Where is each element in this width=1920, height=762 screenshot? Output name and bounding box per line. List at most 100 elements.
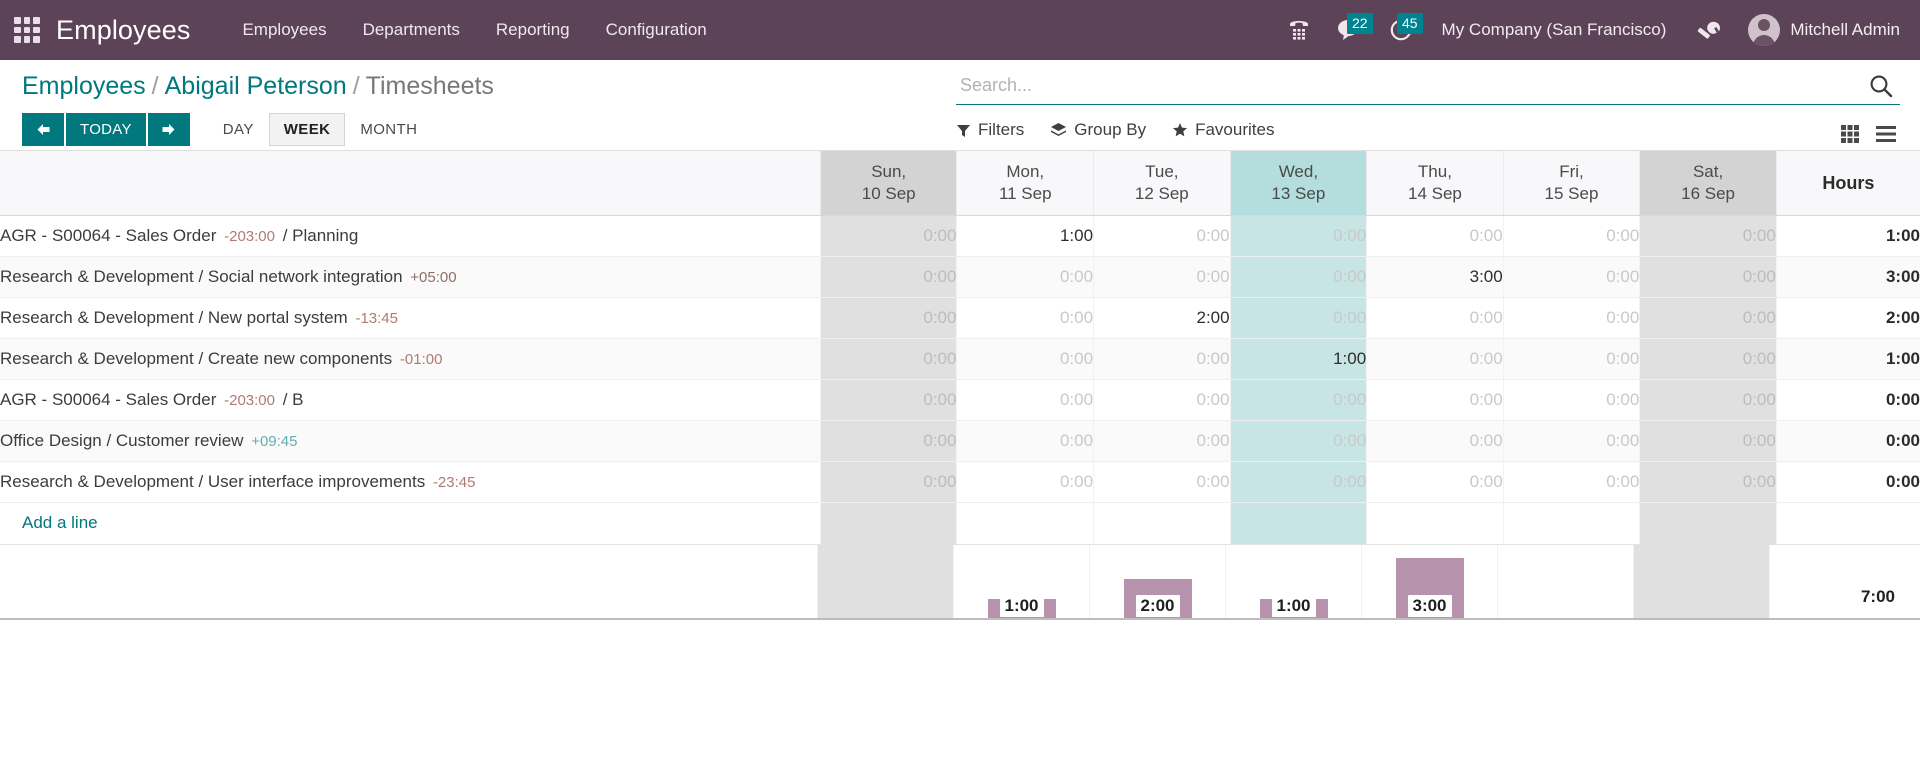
cell-day-6[interactable]: 0:00 xyxy=(1639,338,1777,380)
filters-dropdown[interactable]: Filters xyxy=(956,120,1024,140)
cell-day-4[interactable]: 0:00 xyxy=(1366,420,1504,462)
cell-day-1[interactable]: 0:00 xyxy=(956,256,1094,298)
cell-day-3[interactable]: 1:00 xyxy=(1229,338,1367,380)
menu-reporting[interactable]: Reporting xyxy=(478,0,588,60)
table-row[interactable]: Research & Development / Social network … xyxy=(0,256,1920,298)
cell-day-0[interactable]: 0:00 xyxy=(819,338,957,380)
grid-view-icon[interactable] xyxy=(1832,119,1868,149)
row-label[interactable]: Research & Development / User interface … xyxy=(0,461,821,503)
favourites-dropdown[interactable]: Favourites xyxy=(1172,120,1274,140)
menu-departments[interactable]: Departments xyxy=(345,0,478,60)
cell-day-3[interactable]: 0:00 xyxy=(1229,256,1367,298)
cell-day-6[interactable]: 0:00 xyxy=(1639,379,1777,421)
header-day-0[interactable]: Sun, 10 Sep xyxy=(819,151,957,216)
cell-day-0[interactable]: 0:00 xyxy=(819,256,957,298)
cell-day-1[interactable]: 0:00 xyxy=(956,297,1094,339)
cell-day-6[interactable]: 0:00 xyxy=(1639,256,1777,298)
user-menu[interactable]: Mitchell Admin xyxy=(1736,14,1904,46)
previous-period-button[interactable] xyxy=(22,113,64,146)
cell-day-4[interactable]: 0:00 xyxy=(1366,215,1504,257)
row-label[interactable]: Office Design / Customer review +09:45 xyxy=(0,420,821,462)
cell-day-1[interactable]: 0:00 xyxy=(956,379,1094,421)
cell-day-0[interactable]: 0:00 xyxy=(819,420,957,462)
cell-day-2[interactable]: 0:00 xyxy=(1093,379,1231,421)
menu-configuration[interactable]: Configuration xyxy=(588,0,725,60)
wrench-icon[interactable] xyxy=(1684,0,1732,60)
phone-dialpad-icon[interactable] xyxy=(1276,0,1322,60)
list-view-icon[interactable] xyxy=(1868,119,1904,149)
cell-day-1[interactable]: 0:00 xyxy=(956,338,1094,380)
table-row[interactable]: Research & Development / Create new comp… xyxy=(0,338,1920,380)
cell-day-6[interactable]: 0:00 xyxy=(1639,420,1777,462)
cell-day-4[interactable]: 0:00 xyxy=(1366,379,1504,421)
app-brand-employees[interactable]: Employees xyxy=(56,15,190,46)
cell-day-0[interactable]: 0:00 xyxy=(819,461,957,503)
cell-day-2[interactable]: 0:00 xyxy=(1093,256,1231,298)
menu-employees[interactable]: Employees xyxy=(224,0,344,60)
add-line-spacer-5 xyxy=(1502,502,1640,544)
cell-day-3[interactable]: 0:00 xyxy=(1229,215,1367,257)
cell-day-5[interactable]: 0:00 xyxy=(1502,338,1640,380)
header-day-4[interactable]: Thu, 14 Sep xyxy=(1366,151,1504,216)
next-period-button[interactable] xyxy=(147,113,190,146)
row-label[interactable]: AGR - S00064 - Sales Order -203:00 / B xyxy=(0,379,821,421)
row-label[interactable]: AGR - S00064 - Sales Order -203:00 / Pla… xyxy=(0,215,821,257)
search-icon[interactable] xyxy=(1862,73,1900,99)
cell-day-3[interactable]: 0:00 xyxy=(1229,379,1367,421)
cell-day-6[interactable]: 0:00 xyxy=(1639,461,1777,503)
scale-day-button[interactable]: DAY xyxy=(208,113,269,146)
scale-week-button[interactable]: WEEK xyxy=(268,113,346,146)
table-row[interactable]: Research & Development / User interface … xyxy=(0,461,1920,503)
header-day-1[interactable]: Mon, 11 Sep xyxy=(956,151,1094,216)
table-row[interactable]: Office Design / Customer review +09:45 0:… xyxy=(0,420,1920,462)
groupby-dropdown[interactable]: Group By xyxy=(1050,120,1146,140)
cell-day-6[interactable]: 0:00 xyxy=(1639,297,1777,339)
row-label[interactable]: Research & Development / New portal syst… xyxy=(0,297,821,339)
header-day-3[interactable]: Wed, 13 Sep xyxy=(1229,151,1367,216)
add-a-line-button[interactable]: Add a line xyxy=(0,513,98,533)
apps-grid-icon[interactable] xyxy=(10,13,44,47)
cell-day-4[interactable]: 3:00 xyxy=(1366,256,1504,298)
cell-day-2[interactable]: 0:00 xyxy=(1093,461,1231,503)
breadcrumb-abigail-peterson[interactable]: Abigail Peterson xyxy=(165,72,347,100)
activities-counter[interactable]: 45 xyxy=(1378,0,1424,60)
cell-day-5[interactable]: 0:00 xyxy=(1502,379,1640,421)
today-button[interactable]: TODAY xyxy=(66,113,146,146)
cell-day-1[interactable]: 0:00 xyxy=(956,461,1094,503)
cell-day-5[interactable]: 0:00 xyxy=(1502,461,1640,503)
cell-day-6[interactable]: 0:00 xyxy=(1639,215,1777,257)
company-switcher[interactable]: My Company (San Francisco) xyxy=(1428,20,1681,40)
search-input[interactable] xyxy=(956,72,1862,99)
cell-day-5[interactable]: 0:00 xyxy=(1502,256,1640,298)
table-row[interactable]: Research & Development / New portal syst… xyxy=(0,297,1920,339)
cell-day-4[interactable]: 0:00 xyxy=(1366,461,1504,503)
cell-day-0[interactable]: 0:00 xyxy=(819,297,957,339)
cell-day-2[interactable]: 2:00 xyxy=(1093,297,1231,339)
row-label[interactable]: Research & Development / Create new comp… xyxy=(0,338,821,380)
header-day-2[interactable]: Tue, 12 Sep xyxy=(1093,151,1231,216)
breadcrumb-employees[interactable]: Employees xyxy=(22,72,146,100)
row-label[interactable]: Research & Development / Social network … xyxy=(0,256,821,298)
cell-day-2[interactable]: 0:00 xyxy=(1093,338,1231,380)
cell-day-5[interactable]: 0:00 xyxy=(1502,215,1640,257)
cell-day-1[interactable]: 0:00 xyxy=(956,420,1094,462)
table-row[interactable]: AGR - S00064 - Sales Order -203:00 / B 0:… xyxy=(0,379,1920,421)
cell-day-2[interactable]: 0:00 xyxy=(1093,215,1231,257)
cell-day-4[interactable]: 0:00 xyxy=(1366,338,1504,380)
cell-day-5[interactable]: 0:00 xyxy=(1502,297,1640,339)
header-day-5[interactable]: Fri, 15 Sep xyxy=(1502,151,1640,216)
header-day-6[interactable]: Sat, 16 Sep xyxy=(1639,151,1777,216)
messages-counter[interactable]: 22 xyxy=(1326,0,1374,60)
cell-day-0[interactable]: 0:00 xyxy=(819,379,957,421)
cell-day-4[interactable]: 0:00 xyxy=(1366,297,1504,339)
cell-day-0[interactable]: 0:00 xyxy=(819,215,957,257)
cell-day-5[interactable]: 0:00 xyxy=(1502,420,1640,462)
cell-day-1[interactable]: 1:00 xyxy=(956,215,1094,257)
cell-day-2[interactable]: 0:00 xyxy=(1093,420,1231,462)
table-row[interactable]: AGR - S00064 - Sales Order -203:00 / Pla… xyxy=(0,215,1920,257)
scale-month-button[interactable]: MONTH xyxy=(345,113,432,146)
cell-day-3[interactable]: 0:00 xyxy=(1229,461,1367,503)
row-project: Research & Development xyxy=(0,471,194,491)
cell-day-3[interactable]: 0:00 xyxy=(1229,297,1367,339)
cell-day-3[interactable]: 0:00 xyxy=(1229,420,1367,462)
